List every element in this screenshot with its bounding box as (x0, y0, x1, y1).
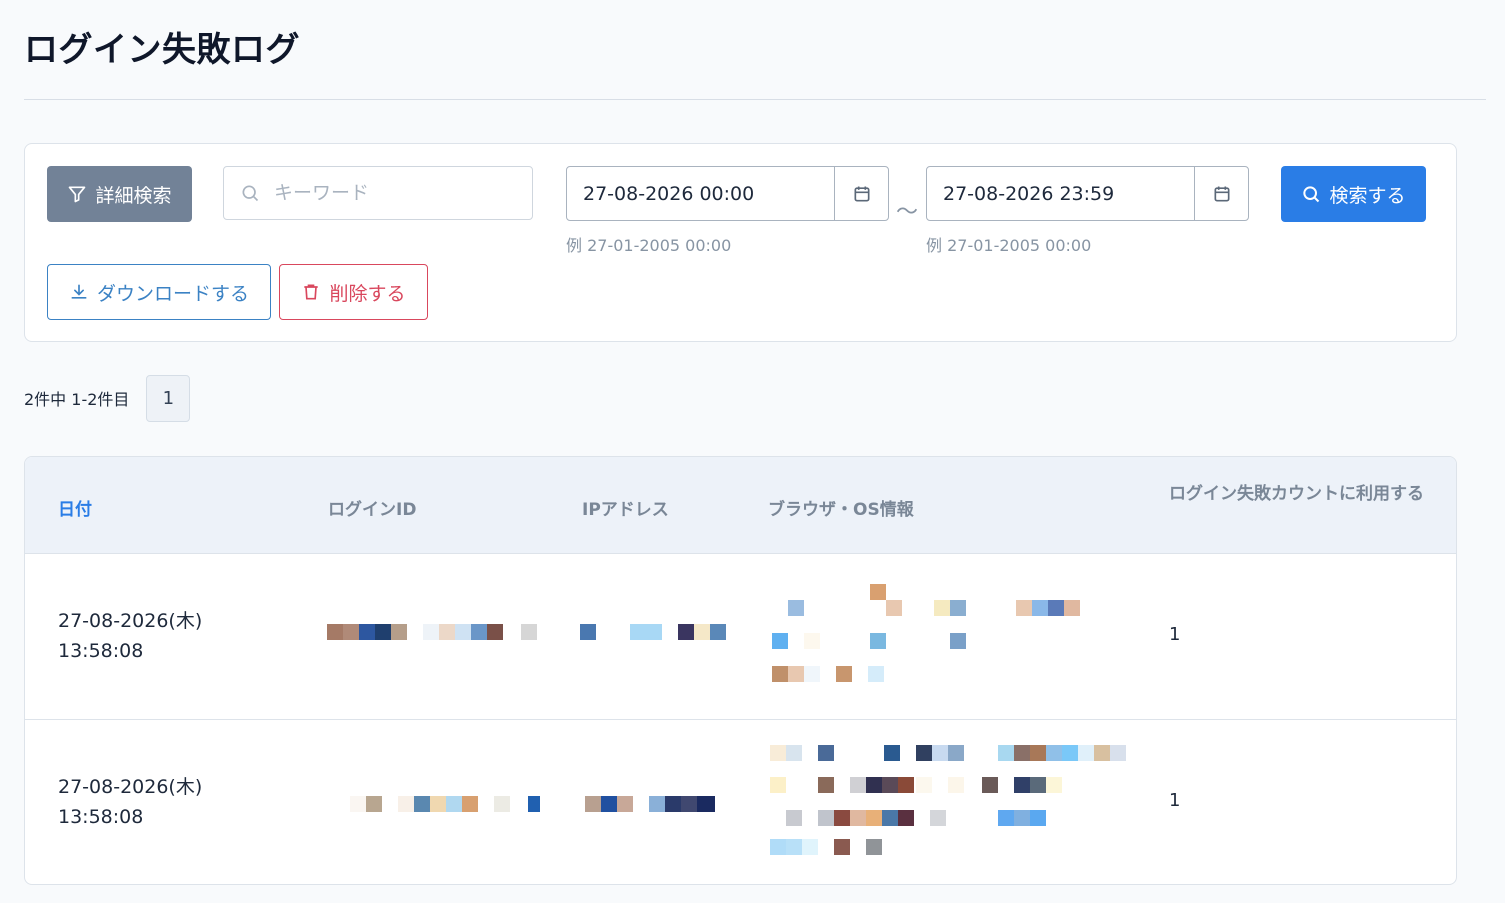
download-button[interactable]: ダウンロードする (47, 264, 271, 320)
date-cell: 27-08-2026(木) 13:58:08 (58, 772, 202, 832)
date-from-calendar-button[interactable] (834, 167, 888, 220)
date-to-hint: 例 27-01-2005 00:00 (926, 236, 1092, 255)
date-value: 27-08-2026(木) (58, 610, 203, 632)
filter-icon (69, 186, 86, 203)
date-from-input[interactable] (567, 167, 834, 220)
redacted-login-id (327, 624, 537, 640)
log-table: 日付 ログインID IPアドレス ブラウザ・OS情報 ログイン失敗カウントに利用… (24, 456, 1457, 885)
column-header-date[interactable]: 日付 (58, 495, 92, 520)
date-to-field (926, 166, 1249, 221)
pagination: 2件中 1-2件目 1 (24, 374, 191, 422)
search-panel: 詳細検索 例 27-01-2005 00:00 ～ 例 27-01-2005 0… (24, 143, 1457, 342)
column-header-login-id: ログインID (328, 500, 417, 520)
advanced-search-button[interactable]: 詳細検索 (47, 166, 192, 222)
search-icon (1303, 186, 1320, 203)
count-cell: 1 (1169, 790, 1181, 811)
column-header-ip: IPアドレス (582, 500, 669, 520)
date-from-field (566, 166, 889, 221)
keyword-field[interactable] (223, 166, 533, 220)
table-row: 27-08-2026(木) 13:58:08 1 (25, 720, 1456, 884)
column-header-browser-os: ブラウザ・OS情報 (768, 500, 914, 520)
redacted-login-id (350, 796, 540, 812)
calendar-icon (854, 186, 869, 201)
page-button-1[interactable]: 1 (146, 374, 191, 422)
trash-icon (304, 284, 319, 300)
download-icon (71, 284, 87, 299)
keyword-input[interactable] (274, 182, 504, 204)
time-value: 13:58:08 (58, 640, 144, 662)
date-from-hint: 例 27-01-2005 00:00 (566, 236, 732, 255)
table-header: 日付 ログインID IPアドレス ブラウザ・OS情報 ログイン失敗カウントに利用… (25, 457, 1456, 554)
count-cell: 1 (1169, 624, 1181, 645)
range-separator: ～ (896, 200, 919, 225)
download-button-label: ダウンロードする (96, 282, 249, 305)
redacted-browser-os (770, 745, 1126, 855)
search-button[interactable]: 検索する (1281, 166, 1426, 222)
title-divider (24, 99, 1486, 100)
advanced-search-label: 詳細検索 (95, 184, 172, 207)
search-button-label: 検索する (1329, 184, 1406, 207)
column-header-count: ログイン失敗カウントに利用する (1169, 484, 1424, 504)
redacted-ip-address (580, 624, 726, 640)
page-title: ログイン失敗ログ (24, 30, 300, 70)
calendar-icon (1214, 186, 1229, 201)
redacted-browser-os (772, 584, 1080, 682)
search-icon (242, 185, 259, 202)
date-to-calendar-button[interactable] (1194, 167, 1248, 220)
redacted-ip-address (585, 796, 715, 812)
table-row: 27-08-2026(木) 13:58:08 1 (25, 554, 1456, 720)
time-value: 13:58:08 (58, 806, 144, 828)
date-value: 27-08-2026(木) (58, 776, 203, 798)
result-count: 2件中 1-2件目 (24, 390, 130, 409)
delete-button-label: 削除する (329, 282, 406, 305)
date-cell: 27-08-2026(木) 13:58:08 (58, 606, 202, 666)
date-to-input[interactable] (927, 167, 1194, 220)
delete-button[interactable]: 削除する (279, 264, 428, 320)
